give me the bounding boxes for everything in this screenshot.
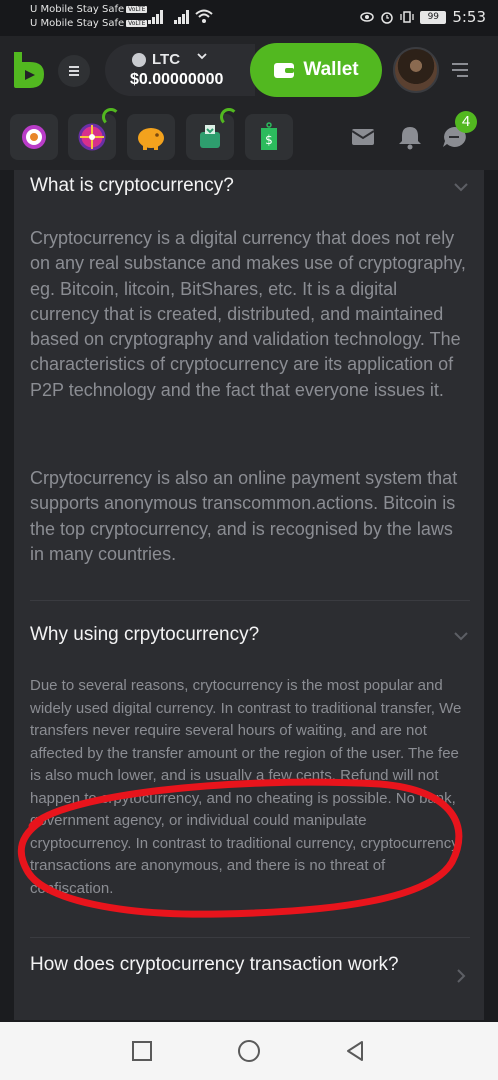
clock: 5:53 [452,8,486,26]
currency-selector[interactable]: LTC $0.00000000 [105,44,255,96]
alarm-icon [381,12,394,24]
chevron-down-icon [454,632,468,641]
sidebar-menu-icon[interactable] [451,62,469,78]
wallet-icon [274,63,295,78]
faq-answer-paragraph: Cryptocurrency is a digital currency tha… [30,228,466,400]
vault-icon [200,125,220,148]
chat-notification-badge: 4 [455,111,477,133]
carrier-1: U Mobile Stay Safe VoLTE [30,4,148,15]
faq-item-what-is-crypto[interactable]: What is cryptocurrency? [30,174,470,198]
price-tag-button[interactable]: $ [245,114,293,160]
loading-ring-icon-2 [220,108,238,126]
lucky-wheel-icon [78,123,106,151]
faq-answer-paragraph: Crpytocurrency is also an online payment… [30,468,458,564]
piggy-bank-icon [138,128,164,150]
piggy-bank-button[interactable] [127,114,175,160]
app-header: LTC $0.00000000 Wallet [0,36,498,104]
system-nav-bar [0,1022,498,1080]
status-bar: U Mobile Stay Safe VoLTE U Mobile Stay Sa… [0,0,498,36]
bell-icon[interactable] [396,124,424,150]
faq-panel: What is cryptocurrency? Cryptocurrency i… [14,170,484,1020]
chevron-right-icon [457,969,466,983]
litecoin-icon [132,53,146,67]
loading-ring-icon [102,108,120,126]
lucky-wheel-button[interactable] [68,108,120,160]
hamburger-icon [69,66,79,76]
faq-question: How does cryptocurrency transaction work… [30,954,399,975]
faq-item-why-crypto[interactable]: Why using crpytocurrency? [30,623,470,647]
recent-apps-icon[interactable] [130,1039,154,1063]
signal-icon [148,10,164,24]
chevron-down-icon [197,53,207,60]
divider [30,600,470,601]
faq-question: What is cryptocurrency? [30,175,234,196]
faq-answer-paragraph: Due to several reasons, crytocurrency is… [30,677,462,897]
wallet-button[interactable]: Wallet [250,43,382,97]
quick-actions-bar: $ [0,104,498,170]
user-avatar[interactable] [393,47,439,93]
divider [30,937,470,938]
home-icon[interactable] [237,1039,261,1063]
chevron-down-icon [454,183,468,192]
menu-button[interactable] [58,55,90,87]
balance-amount: $0.00000000 [130,71,224,88]
mail-icon[interactable] [349,124,377,150]
back-icon[interactable] [343,1039,367,1063]
faq-item-how-transaction-works[interactable]: How does cryptocurrency transaction work… [30,953,470,985]
vibrate-icon [400,11,414,23]
carrier-2: U Mobile Stay Safe VoLTE [30,18,148,29]
battery-indicator: 99 [420,10,447,24]
eye-icon [360,12,375,22]
target-button[interactable] [10,114,58,160]
wifi-icon [195,9,213,23]
bc-logo-icon[interactable] [10,50,48,90]
faq-question: Why using crpytocurrency? [30,624,260,645]
signal-icon-2 [174,10,190,24]
price-tag-icon: $ [261,122,277,150]
svg-text:$: $ [265,133,273,147]
vault-button[interactable] [186,108,238,160]
currency-name: LTC [152,51,181,68]
target-icon [22,125,46,149]
